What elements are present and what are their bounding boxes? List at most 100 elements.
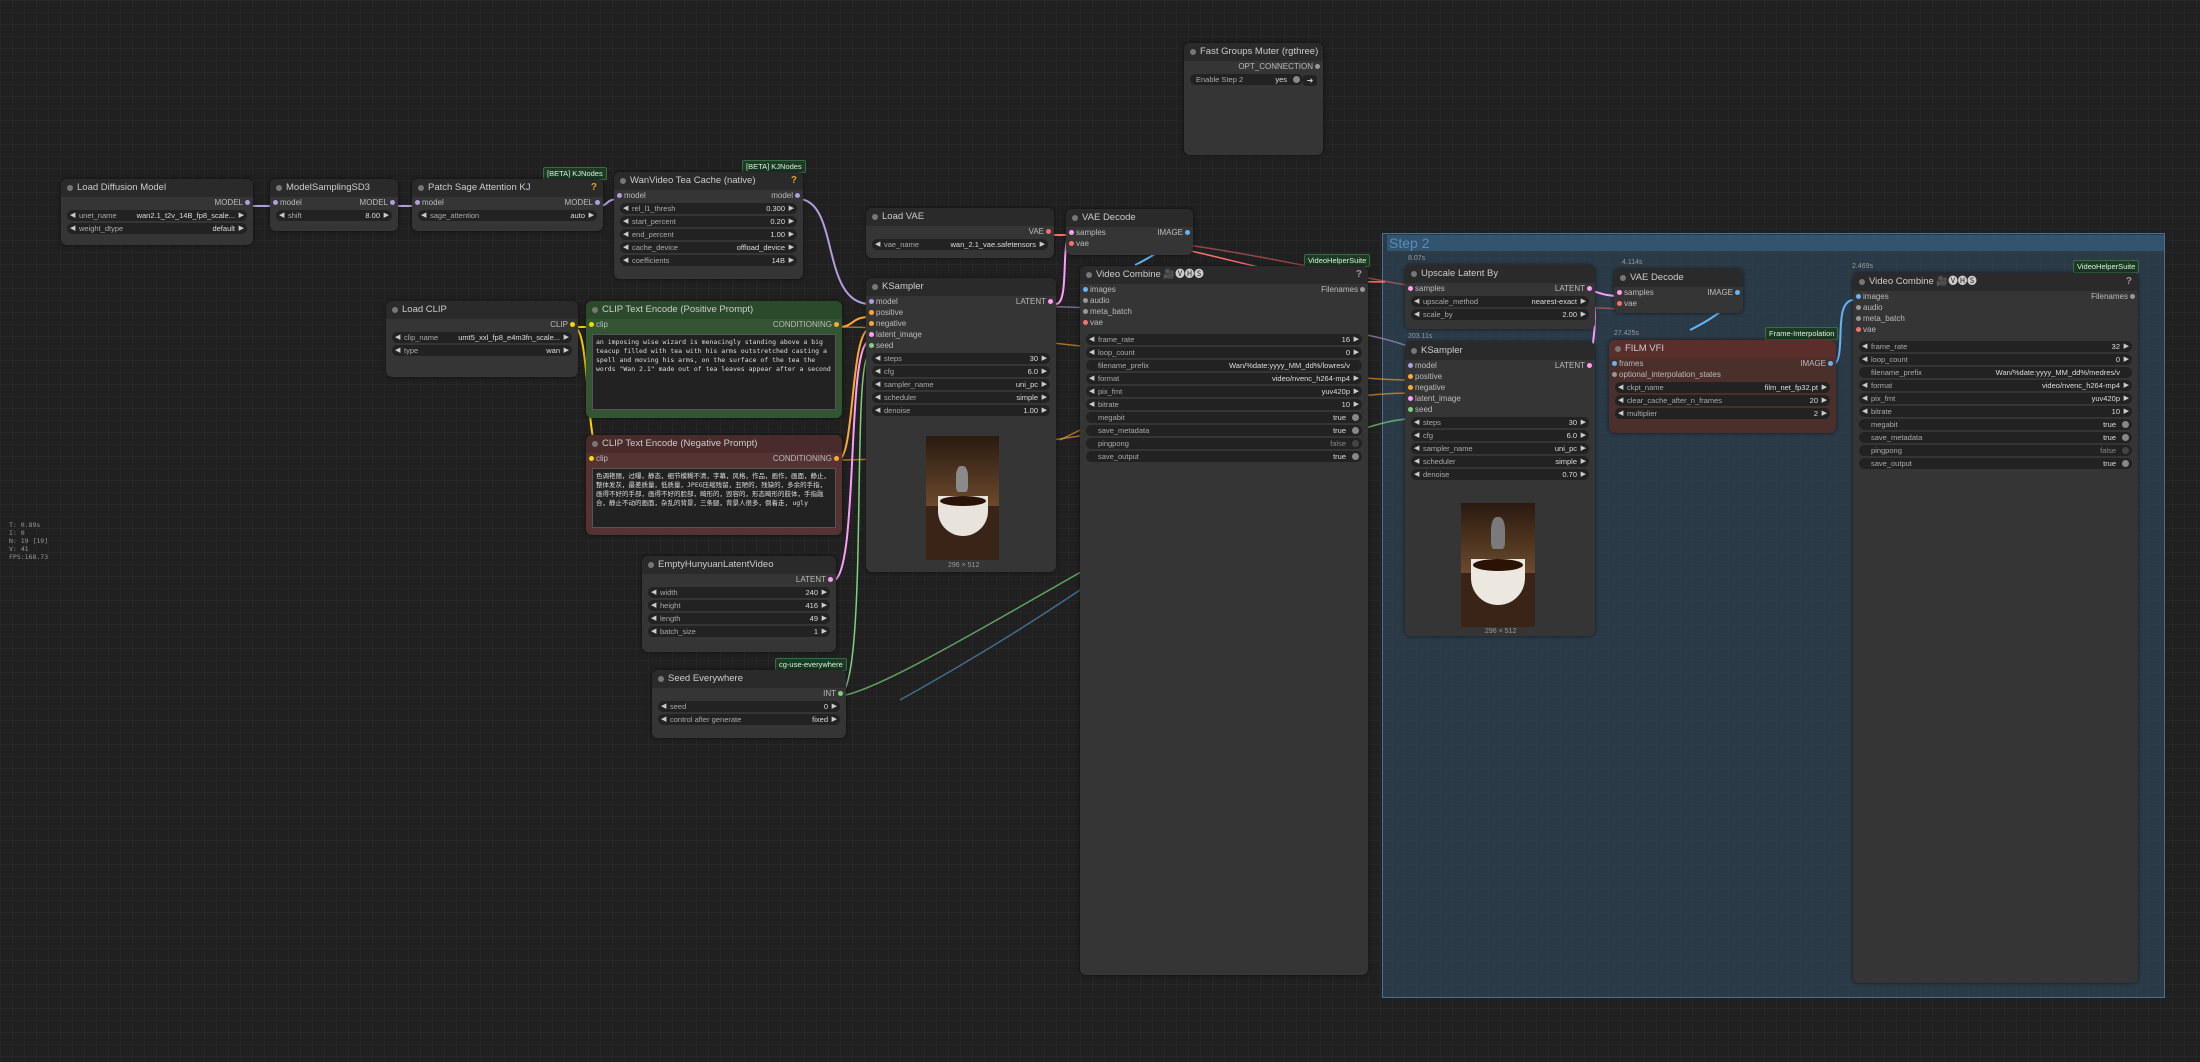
cfg-widget[interactable]: ◀ cfg 6.0 ▶ bbox=[1411, 430, 1589, 441]
positive-input[interactable]: positive bbox=[1407, 371, 1442, 382]
node-title[interactable]: WanVideo Tea Cache (native)? bbox=[614, 172, 803, 190]
latent-image-input[interactable]: latent_image bbox=[1408, 393, 1461, 404]
upscale-latent-by-node[interactable]: Upscale Latent By samples LATENT ◀ upscale… bbox=[1405, 265, 1595, 329]
bitrate-widget[interactable]: ◀ bitrate 10 ▶ bbox=[1086, 399, 1362, 410]
megabit-toggle[interactable]: megabit true bbox=[1859, 419, 2132, 430]
sage-attention-widget[interactable]: ◀ sage_attention auto ▶ bbox=[418, 210, 597, 221]
node-title[interactable]: Video Combine 🎥🅥🅗🅢? bbox=[1080, 266, 1368, 284]
arrow-right-icon[interactable]: ➜ bbox=[1303, 75, 1317, 86]
model-input[interactable]: model bbox=[415, 197, 444, 208]
node-title[interactable]: VAE Decode bbox=[1066, 209, 1193, 227]
image-output[interactable]: IMAGE bbox=[1157, 227, 1190, 238]
vae-input[interactable]: vae bbox=[1083, 317, 1103, 328]
help-icon[interactable]: ? bbox=[1356, 266, 1362, 284]
scheduler-widget[interactable]: ◀ scheduler simple ▶ bbox=[872, 392, 1050, 403]
node-title[interactable]: ModelSamplingSD3 bbox=[270, 179, 398, 197]
frame-rate-widget[interactable]: ◀ frame_rate 16 ▶ bbox=[1086, 334, 1362, 345]
load-diffusion-model-node[interactable]: Load Diffusion Model MODEL ◀ unet_name wan… bbox=[61, 179, 253, 245]
scale-by-widget[interactable]: ◀ scale_by 2.00 ▶ bbox=[1411, 309, 1589, 320]
vae-input[interactable]: vae bbox=[1856, 324, 1876, 335]
width-widget[interactable]: ◀ width 240 ▶ bbox=[648, 587, 830, 598]
samples-input[interactable]: samples bbox=[1408, 283, 1445, 294]
meta-batch-input[interactable]: meta_batch bbox=[1083, 306, 1132, 317]
opt-connection-output[interactable]: OPT_CONNECTION bbox=[1238, 61, 1320, 72]
denoise-widget[interactable]: ◀ denoise 1.00 ▶ bbox=[872, 405, 1050, 416]
frames-input[interactable]: frames bbox=[1611, 358, 1643, 369]
image-output[interactable]: IMAGE bbox=[1800, 358, 1833, 369]
node-title[interactable]: Load VAE bbox=[866, 208, 1054, 226]
save-metadata-toggle[interactable]: save_metadata true bbox=[1086, 425, 1362, 436]
seed-everywhere-node[interactable]: Seed Everywhere INT ◀ seed 0 ▶ ◀ control aft… bbox=[652, 670, 846, 738]
negative-prompt-textarea[interactable]: 色调艳丽，过曝，静态，细节模糊不清，字幕，风格，作品，画作，画面，静止，整体发灰… bbox=[592, 468, 836, 528]
ksampler-node[interactable]: KSampler model LATENT positive negative l… bbox=[866, 278, 1056, 572]
meta-batch-input[interactable]: meta_batch bbox=[1856, 313, 1905, 324]
conditioning-output[interactable]: CONDITIONING bbox=[773, 319, 840, 330]
filename-prefix-widget[interactable]: filename_prefix Wan/%date:yyyy_MM_dd%/med… bbox=[1859, 367, 2132, 378]
weight-dtype-widget[interactable]: ◀ weight_dtype default ▶ bbox=[67, 223, 247, 234]
pingpong-toggle[interactable]: pingpong false bbox=[1859, 445, 2132, 456]
enable-step-2-toggle[interactable]: Enable Step 2 yes bbox=[1190, 74, 1303, 85]
latent-output[interactable]: LATENT bbox=[1016, 296, 1054, 307]
int-output[interactable]: INT bbox=[823, 688, 843, 699]
negative-input[interactable]: negative bbox=[868, 318, 906, 329]
video-combine-node[interactable]: Video Combine 🎥🅥🅗🅢? images Filenames audi… bbox=[1080, 266, 1368, 975]
node-title[interactable]: CLIP Text Encode (Positive Prompt) bbox=[586, 301, 842, 319]
control-after-generate-widget[interactable]: ◀ control after generate fixed ▶ bbox=[658, 714, 840, 725]
model-output[interactable]: MODEL bbox=[360, 197, 396, 208]
height-widget[interactable]: ◀ height 416 ▶ bbox=[648, 600, 830, 611]
coefficients-widget[interactable]: ◀ coefficients 14B ▶ bbox=[620, 255, 797, 266]
frame-rate-widget[interactable]: ◀ frame_rate 32 ▶ bbox=[1859, 341, 2132, 352]
model-input[interactable]: model bbox=[617, 190, 646, 201]
cache-device-widget[interactable]: ◀ cache_device offload_device ▶ bbox=[620, 242, 797, 253]
multiplier-widget[interactable]: ◀ multiplier 2 ▶ bbox=[1615, 408, 1830, 419]
node-title[interactable]: EmptyHunyuanLatentVideo bbox=[642, 556, 836, 574]
seed-input[interactable]: seed bbox=[1407, 404, 1432, 415]
empty-hunyuan-latent-video-node[interactable]: EmptyHunyuanLatentVideo LATENT ◀ width 240… bbox=[642, 556, 836, 652]
vae-name-widget[interactable]: ◀ vae_name wan_2.1_vae.safetensors ▶ bbox=[872, 239, 1048, 250]
clip-input[interactable]: clip bbox=[588, 319, 608, 330]
seed-input[interactable]: seed bbox=[868, 340, 893, 351]
pix-fmt-widget[interactable]: ◀ pix_fmt yuv420p ▶ bbox=[1859, 393, 2132, 404]
model-input[interactable]: model bbox=[273, 197, 302, 208]
model-input[interactable]: model bbox=[869, 296, 898, 307]
sampler-name-widget[interactable]: ◀ sampler_name uni_pc ▶ bbox=[1411, 443, 1589, 454]
node-title[interactable]: Fast Groups Muter (rgthree) bbox=[1184, 43, 1323, 61]
conditioning-output[interactable]: CONDITIONING bbox=[773, 453, 840, 464]
negative-input[interactable]: negative bbox=[1407, 382, 1445, 393]
scheduler-widget[interactable]: ◀ scheduler simple ▶ bbox=[1411, 456, 1589, 467]
positive-input[interactable]: positive bbox=[868, 307, 903, 318]
pix-fmt-widget[interactable]: ◀ pix_fmt yuv420p ▶ bbox=[1086, 386, 1362, 397]
samples-input[interactable]: samples bbox=[1617, 287, 1654, 298]
bitrate-widget[interactable]: ◀ bitrate 10 ▶ bbox=[1859, 406, 2132, 417]
audio-input[interactable]: audio bbox=[1083, 295, 1110, 306]
image-output[interactable]: IMAGE bbox=[1707, 287, 1740, 298]
node-title[interactable]: Upscale Latent By bbox=[1405, 265, 1595, 283]
ckpt-name-widget[interactable]: ◀ ckpt_name film_net_fp32.pt ▶ bbox=[1615, 382, 1830, 393]
save-output-toggle[interactable]: save_output true bbox=[1859, 458, 2132, 469]
samples-input[interactable]: samples bbox=[1069, 227, 1106, 238]
model-output[interactable]: model bbox=[771, 190, 800, 201]
latent-output[interactable]: LATENT bbox=[796, 574, 834, 585]
denoise-widget[interactable]: ◀ denoise 0.70 ▶ bbox=[1411, 469, 1589, 480]
clear-cache-widget[interactable]: ◀ clear_cache_after_n_frames 20 ▶ bbox=[1615, 395, 1830, 406]
steps-widget[interactable]: ◀ steps 30 ▶ bbox=[872, 353, 1050, 364]
filename-prefix-widget[interactable]: filename_prefix Wan/%date:yyyy_MM_dd%/low… bbox=[1086, 360, 1362, 371]
megabit-toggle[interactable]: megabit true bbox=[1086, 412, 1362, 423]
images-input[interactable]: images bbox=[1856, 291, 1889, 302]
upscale-method-widget[interactable]: ◀ upscale_method nearest-exact ▶ bbox=[1411, 296, 1589, 307]
model-output[interactable]: MODEL bbox=[215, 197, 251, 208]
clip-name-widget[interactable]: ◀ clip_name umt5_xxl_fp8_e4m3fn_scale... ▶ bbox=[392, 332, 572, 343]
batch-size-widget[interactable]: ◀ batch_size 1 ▶ bbox=[648, 626, 830, 637]
interpolation-states-input[interactable]: optional_interpolation_states bbox=[1612, 369, 1721, 380]
patch-sage-attention-node[interactable]: Patch Sage Attention KJ? model MODEL ◀ sag… bbox=[412, 179, 603, 231]
help-icon[interactable]: ? bbox=[2126, 273, 2132, 291]
node-title[interactable]: FILM VFI bbox=[1609, 340, 1836, 358]
node-title[interactable]: Video Combine 🎥🅥🅗🅢? bbox=[1853, 273, 2138, 291]
positive-prompt-textarea[interactable]: an imposing wise wizard is menacingly st… bbox=[592, 334, 836, 410]
node-title[interactable]: KSampler bbox=[866, 278, 1056, 296]
model-input[interactable]: model bbox=[1408, 360, 1437, 371]
seed-widget[interactable]: ◀ seed 0 ▶ bbox=[658, 701, 840, 712]
node-title[interactable]: Load Diffusion Model bbox=[61, 179, 253, 197]
node-title[interactable]: VAE Decode bbox=[1614, 269, 1743, 287]
vae-output[interactable]: VAE bbox=[1029, 226, 1052, 237]
